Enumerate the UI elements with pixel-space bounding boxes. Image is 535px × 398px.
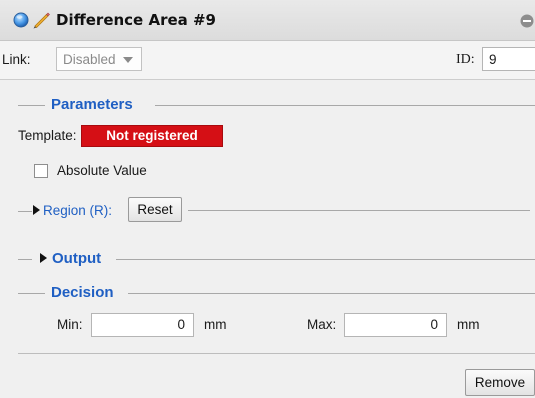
region-label: Region (R): <box>43 203 113 218</box>
region-rule-left <box>18 211 32 212</box>
pencil-icon <box>33 12 50 29</box>
id-input[interactable]: 9 <box>482 47 535 71</box>
region-rule-right <box>188 210 530 211</box>
decision-rule-left <box>18 293 45 294</box>
reset-button[interactable]: Reset <box>128 197 182 222</box>
title-bar: Difference Area #9 <box>0 0 535 41</box>
circle-icon[interactable] <box>13 12 29 28</box>
id-label: ID: <box>456 52 475 67</box>
output-rule-left <box>18 259 32 260</box>
output-heading: Output <box>52 250 102 267</box>
template-label: Template: <box>18 128 77 143</box>
min-input[interactable]: 0 <box>91 313 194 337</box>
id-value: 9 <box>489 52 497 67</box>
min-unit: mm <box>204 317 227 332</box>
link-dropdown[interactable]: Disabled <box>56 47 142 71</box>
min-label: Min: <box>57 317 83 332</box>
decision-heading: Decision <box>51 284 114 301</box>
decision-rule-right <box>128 293 535 294</box>
window-title: Difference Area #9 <box>56 11 216 29</box>
footer-divider <box>18 353 535 354</box>
remove-button[interactable]: Remove <box>465 369 535 396</box>
link-label: Link: <box>2 52 31 67</box>
expand-arrow-icon[interactable] <box>33 205 40 215</box>
max-input[interactable]: 0 <box>344 313 447 337</box>
link-dropdown-value: Disabled <box>63 52 116 67</box>
parameters-rule-left <box>18 105 45 106</box>
link-bar: Link: Disabled ID: 9 <box>0 41 535 80</box>
max-unit: mm <box>457 317 480 332</box>
max-label: Max: <box>307 317 337 332</box>
chevron-down-icon <box>123 57 133 63</box>
collapse-icon[interactable] <box>519 14 535 28</box>
absolute-value-checkbox[interactable] <box>34 164 48 178</box>
absolute-value-label: Absolute Value <box>57 163 147 178</box>
parameters-heading: Parameters <box>51 96 133 113</box>
template-status-badge: Not registered <box>81 125 223 147</box>
output-rule-right <box>116 259 535 260</box>
parameters-rule-right <box>155 105 535 106</box>
expand-arrow-icon[interactable] <box>40 253 47 263</box>
